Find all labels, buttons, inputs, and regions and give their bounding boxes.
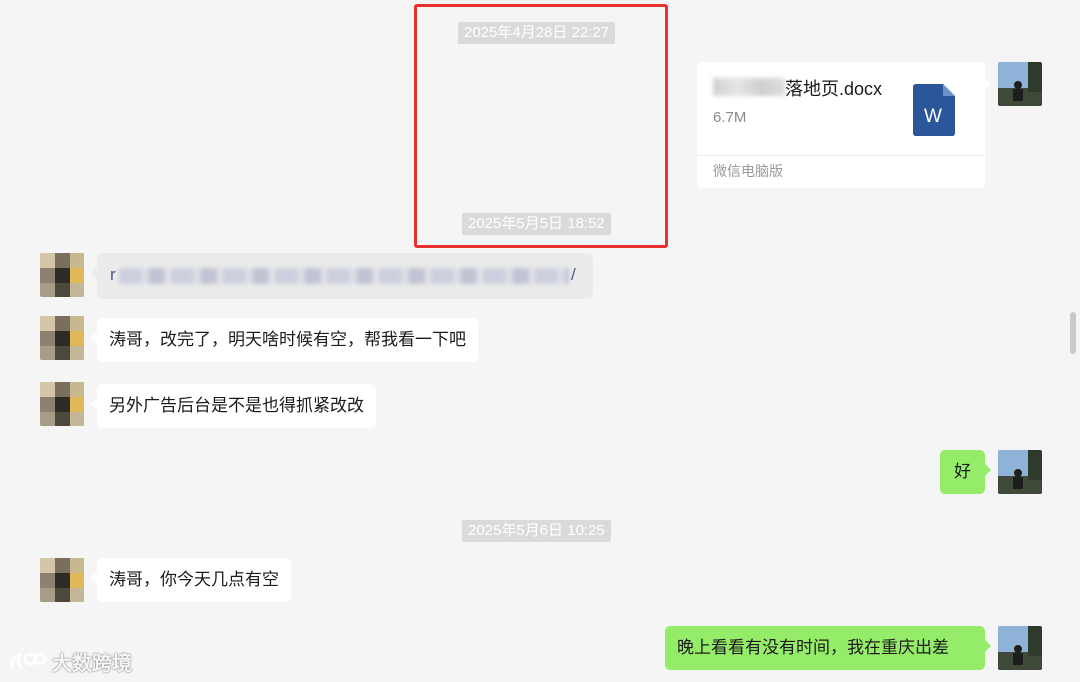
blurred-file-name <box>713 78 785 96</box>
timestamp: 2025年5月6日 10:25 <box>462 520 611 542</box>
watermark-logo-icon <box>10 652 47 670</box>
blurred-link-text <box>119 268 569 284</box>
avatar-self[interactable] <box>998 450 1042 494</box>
file-name: 落地页.docx <box>785 79 883 99</box>
avatar-contact[interactable] <box>40 558 84 602</box>
word-document-icon: W <box>913 84 955 136</box>
highlight-annotation-box <box>414 4 668 248</box>
link-prefix: r <box>110 265 116 284</box>
scrollbar-thumb[interactable] <box>1070 312 1076 354</box>
file-size: 6.7M <box>713 109 747 126</box>
file-source-label: 微信电脑版 <box>713 163 783 179</box>
avatar-self[interactable] <box>998 626 1042 670</box>
avatar-contact[interactable] <box>40 382 84 426</box>
message-bubble[interactable]: 涛哥，你今天几点有空 <box>91 558 291 602</box>
avatar-self[interactable] <box>998 62 1042 106</box>
watermark: 大数跨境 <box>8 647 132 676</box>
file-card-divider <box>697 155 985 156</box>
message-bubble-self[interactable]: 好 <box>940 450 991 494</box>
file-message-card[interactable]: 落地页.docx 6.7M W 微信电脑版 <box>697 62 991 188</box>
chat-window: 2025年4月28日 22:27 2025年5月5日 18:52 2025年5月… <box>0 0 1080 682</box>
word-icon-letter: W <box>924 106 942 127</box>
message-bubble[interactable]: 另外广告后台是不是也得抓紧改改 <box>91 384 376 428</box>
avatar-contact[interactable] <box>40 253 84 297</box>
message-bubble[interactable]: 涛哥，改完了，明天啥时候有空，帮我看一下吧 <box>91 318 478 362</box>
link-suffix: / <box>571 265 576 284</box>
avatar-contact[interactable] <box>40 316 84 360</box>
watermark-text: 大数跨境 <box>52 653 132 675</box>
message-bubble-self[interactable]: 晚上看看有没有时间，我在重庆出差 <box>665 626 991 670</box>
link-message-bubble[interactable]: r / <box>91 253 593 299</box>
